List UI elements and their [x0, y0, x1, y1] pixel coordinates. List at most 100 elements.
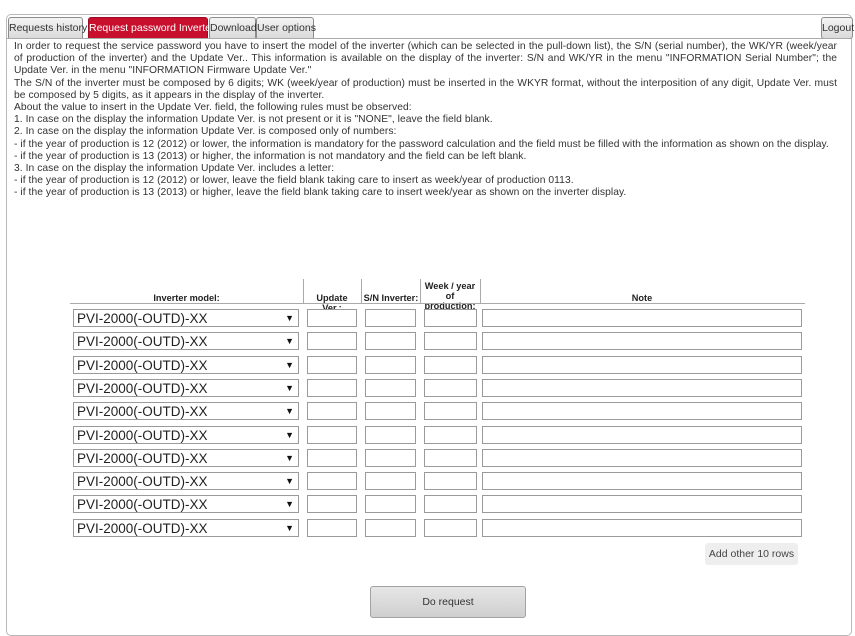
- header-sn-inverter: S/N Inverter:: [363, 293, 419, 303]
- sn-inverter-input[interactable]: [365, 518, 416, 537]
- header-divider: [361, 279, 362, 303]
- chevron-down-icon: ▼: [285, 522, 294, 533]
- tab-requests-history[interactable]: Requests history: [8, 17, 87, 39]
- header-divider: [303, 279, 304, 303]
- week-year-input[interactable]: [424, 425, 477, 444]
- inverter-model-value: PVI-2000(-OUTD)-XX: [77, 427, 208, 443]
- instruction-rule-2b: - if the year of production is 13 (2013)…: [14, 150, 527, 162]
- inverter-model-value: PVI-2000(-OUTD)-XX: [77, 334, 208, 350]
- logout-button[interactable]: Logout: [821, 17, 854, 39]
- week-year-input[interactable]: [424, 402, 477, 421]
- inverter-model-value: PVI-2000(-OUTD)-XX: [77, 380, 208, 396]
- note-input[interactable]: [482, 402, 802, 421]
- inverter-model-value: PVI-2000(-OUTD)-XX: [77, 357, 208, 373]
- chevron-down-icon: ▼: [285, 499, 294, 510]
- instruction-rule-3b: - if the year of production is 13 (2013)…: [14, 187, 627, 199]
- update-ver-input[interactable]: [307, 448, 357, 467]
- inverter-model-select[interactable]: PVI-2000(-OUTD)-XX ▼: [73, 518, 299, 537]
- note-input[interactable]: [482, 355, 802, 374]
- inverter-model-select[interactable]: PVI-2000(-OUTD)-XX ▼: [73, 472, 299, 491]
- tab-divider: [7, 38, 850, 39]
- inverter-model-select[interactable]: PVI-2000(-OUTD)-XX ▼: [73, 332, 299, 351]
- week-year-input[interactable]: [424, 472, 477, 491]
- week-year-input[interactable]: [424, 448, 477, 467]
- sn-inverter-input[interactable]: [365, 332, 416, 351]
- tab-user-options[interactable]: User options: [256, 17, 316, 39]
- chevron-down-icon: ▼: [285, 313, 294, 323]
- inverter-model-select[interactable]: PVI-2000(-OUTD)-XX ▼: [73, 378, 299, 397]
- instruction-rule-2: 2. In case on the display the informatio…: [14, 126, 397, 138]
- instruction-intro: In order to request the service password…: [14, 41, 837, 77]
- chevron-down-icon: ▼: [285, 382, 294, 393]
- header-week-year: Week / year of production:: [420, 281, 480, 311]
- update-ver-input[interactable]: [307, 495, 357, 514]
- tab-request-password-inverter[interactable]: Request password Inverter: [88, 17, 214, 39]
- header-underline: [70, 303, 805, 304]
- sn-inverter-input[interactable]: [365, 378, 416, 397]
- inverter-model-select[interactable]: PVI-2000(-OUTD)-XX ▼: [73, 309, 299, 327]
- week-year-input[interactable]: [424, 332, 477, 351]
- chevron-down-icon: ▼: [285, 359, 294, 370]
- sn-inverter-input[interactable]: [365, 448, 416, 467]
- update-ver-input[interactable]: [307, 425, 357, 444]
- week-year-input[interactable]: [424, 378, 477, 397]
- inverter-model-value: PVI-2000(-OUTD)-XX: [77, 450, 208, 466]
- instruction-rules-heading: About the value to insert in the Update …: [14, 102, 412, 114]
- note-input[interactable]: [482, 425, 802, 444]
- note-input[interactable]: [482, 518, 802, 537]
- update-ver-input[interactable]: [307, 355, 357, 374]
- instruction-rule-1: 1. In case on the display the informatio…: [14, 114, 493, 126]
- sn-inverter-input[interactable]: [365, 472, 416, 491]
- instruction-rule-3: 3. In case on the display the informatio…: [14, 163, 335, 175]
- chevron-down-icon: ▼: [285, 429, 294, 440]
- instruction-format: The S/N of the inverter must be composed…: [14, 77, 837, 101]
- update-ver-input[interactable]: [307, 332, 357, 351]
- header-divider: [480, 279, 481, 303]
- instruction-rule-3a: - if the year of production is 12 (2012)…: [14, 175, 574, 187]
- header-note: Note: [631, 293, 653, 303]
- inverter-model-value: PVI-2000(-OUTD)-XX: [77, 311, 208, 326]
- update-ver-input[interactable]: [307, 309, 357, 327]
- inverter-model-value: PVI-2000(-OUTD)-XX: [77, 497, 208, 513]
- note-input[interactable]: [482, 332, 802, 351]
- chevron-down-icon: ▼: [285, 406, 294, 417]
- chevron-down-icon: ▼: [285, 336, 294, 347]
- sn-inverter-input[interactable]: [365, 402, 416, 421]
- note-input[interactable]: [482, 448, 802, 467]
- sn-inverter-input[interactable]: [365, 425, 416, 444]
- week-year-input[interactable]: [424, 495, 477, 514]
- week-year-input[interactable]: [424, 518, 477, 537]
- add-rows-button[interactable]: Add other 10 rows: [705, 543, 798, 565]
- note-input[interactable]: [482, 309, 802, 327]
- note-input[interactable]: [482, 472, 802, 491]
- inverter-model-select[interactable]: PVI-2000(-OUTD)-XX ▼: [73, 425, 299, 444]
- update-ver-input[interactable]: [307, 472, 357, 491]
- inverter-model-value: PVI-2000(-OUTD)-XX: [77, 404, 208, 420]
- sn-inverter-input[interactable]: [365, 495, 416, 514]
- sn-inverter-input[interactable]: [365, 355, 416, 374]
- header-inverter-model: Inverter model:: [153, 293, 220, 303]
- header-divider: [420, 279, 421, 303]
- inverter-model-select[interactable]: PVI-2000(-OUTD)-XX ▼: [73, 355, 299, 374]
- note-input[interactable]: [482, 495, 802, 514]
- update-ver-input[interactable]: [307, 402, 357, 421]
- chevron-down-icon: ▼: [285, 476, 294, 487]
- inverter-model-select[interactable]: PVI-2000(-OUTD)-XX ▼: [73, 495, 299, 514]
- tab-download[interactable]: Download: [209, 17, 257, 39]
- week-year-input[interactable]: [424, 355, 477, 374]
- sn-inverter-input[interactable]: [365, 309, 416, 327]
- instructions: In order to request the service password…: [14, 41, 837, 200]
- instruction-rule-2a: - if the year of production is 12 (2012)…: [14, 138, 829, 150]
- note-input[interactable]: [482, 378, 802, 397]
- inverter-model-select[interactable]: PVI-2000(-OUTD)-XX ▼: [73, 402, 299, 421]
- do-request-button[interactable]: Do request: [370, 586, 526, 618]
- inverter-model-value: PVI-2000(-OUTD)-XX: [77, 520, 208, 536]
- header-week-line1: Week / year: [424, 281, 476, 291]
- chevron-down-icon: ▼: [285, 452, 294, 463]
- header-week-line2: of production:: [424, 291, 476, 311]
- update-ver-input[interactable]: [307, 518, 357, 537]
- inverter-model-value: PVI-2000(-OUTD)-XX: [77, 474, 208, 490]
- inverter-model-select[interactable]: PVI-2000(-OUTD)-XX ▼: [73, 448, 299, 467]
- week-year-input[interactable]: [424, 309, 477, 327]
- update-ver-input[interactable]: [307, 378, 357, 397]
